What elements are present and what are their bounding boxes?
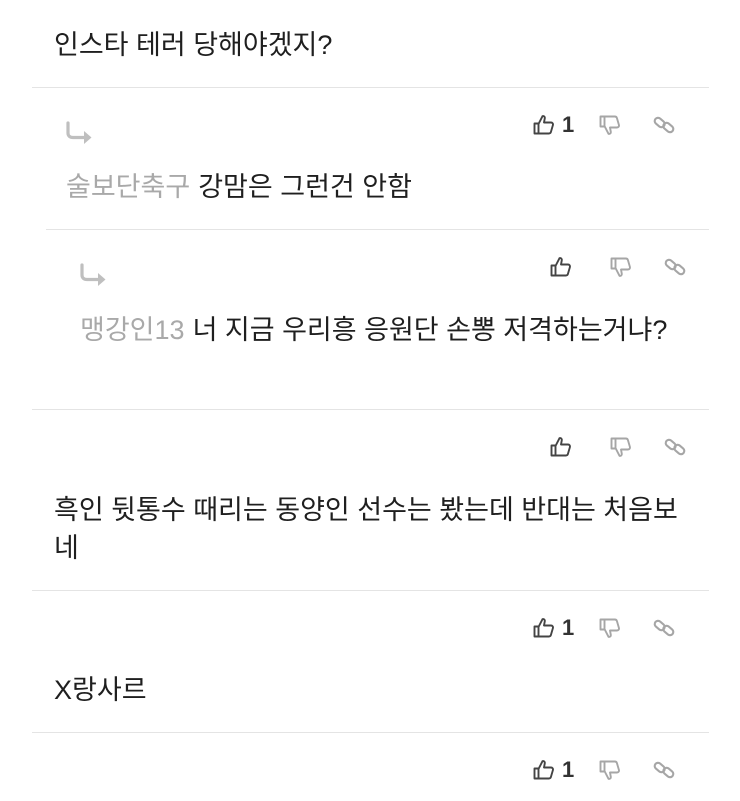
comment-body: 맹강인13 너 지금 우리흥 응원단 손뽕 저격하는거냐? (80, 311, 680, 349)
thumbs-down-icon (598, 616, 622, 640)
thumbs-up-icon (549, 255, 573, 279)
copy-link-button[interactable] (652, 758, 676, 782)
link-icon (652, 113, 676, 137)
thumbs-up-icon (532, 616, 556, 640)
link-icon (663, 435, 687, 459)
comment-actions (549, 249, 687, 285)
link-icon (652, 758, 676, 782)
like-button[interactable] (549, 255, 579, 279)
copy-link-button[interactable] (652, 113, 676, 137)
comment-separator (32, 590, 709, 591)
thumbs-up-icon (549, 435, 573, 459)
comment-actions: 1 (532, 752, 676, 788)
like-count: 1 (562, 112, 575, 137)
copy-link-button[interactable] (663, 435, 687, 459)
comment-actions: 1 (532, 610, 676, 646)
dislike-button[interactable] (598, 616, 622, 640)
comment-author[interactable]: 맹강인13 (80, 315, 185, 345)
like-button[interactable] (549, 435, 579, 459)
comment-actions (549, 429, 687, 465)
reply-arrow-icon (64, 121, 96, 145)
thumbs-up-icon (532, 758, 556, 782)
dislike-button[interactable] (598, 113, 622, 137)
like-count: 1 (562, 757, 575, 782)
comment-actions: 1 (532, 107, 676, 143)
reply-arrow-icon (78, 263, 110, 287)
comment-text: 강맘은 그런건 안함 (198, 172, 412, 202)
comment-text: X랑사르 (54, 675, 147, 705)
comment-separator (46, 229, 709, 230)
like-count: 1 (562, 615, 575, 640)
copy-link-button[interactable] (663, 255, 687, 279)
copy-link-button[interactable] (652, 616, 676, 640)
comment-text: 너 지금 우리흥 응원단 손뽕 저격하는거냐? (192, 315, 668, 345)
link-icon (663, 255, 687, 279)
like-button[interactable]: 1 (532, 616, 574, 640)
comment-body: 술보단축구 강맘은 그런건 안함 (66, 168, 686, 206)
thumbs-down-icon (609, 255, 633, 279)
comment-author[interactable]: 술보단축구 (66, 172, 190, 202)
like-button[interactable]: 1 (532, 113, 574, 137)
thumbs-down-icon (598, 113, 622, 137)
comment-separator (32, 409, 709, 410)
thumbs-up-icon (532, 113, 556, 137)
comment-separator (32, 87, 709, 88)
dislike-button[interactable] (609, 255, 633, 279)
like-button[interactable]: 1 (532, 758, 574, 782)
comment-separator (32, 732, 709, 733)
dislike-button[interactable] (609, 435, 633, 459)
link-icon (652, 616, 676, 640)
thumbs-down-icon (609, 435, 633, 459)
dislike-button[interactable] (598, 758, 622, 782)
comment-text: 인스타 테러 당해야겠지? (54, 30, 333, 60)
comment-text: 흑인 뒷통수 때리는 동양인 선수는 봤는데 반대는 처음보네 (54, 495, 678, 563)
thumbs-down-icon (598, 758, 622, 782)
